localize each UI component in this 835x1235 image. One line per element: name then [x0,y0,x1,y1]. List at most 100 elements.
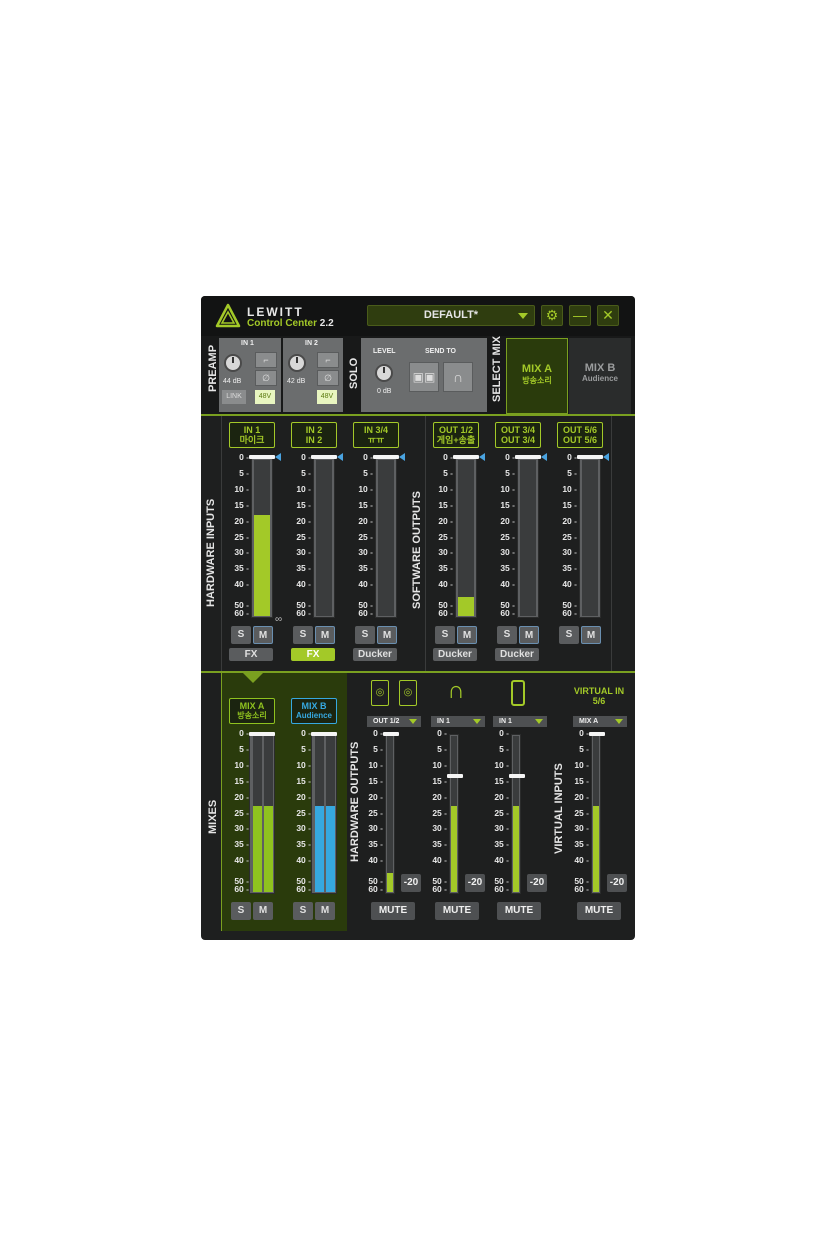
meter-scale: 05101520253035405060 [229,729,249,894]
solo-button[interactable]: S [231,626,251,644]
fader-handle[interactable] [311,732,337,736]
scale-tick-label: 0 [373,729,383,738]
channel-label[interactable]: OUT 1/2 게임+송출 [433,422,479,448]
scale-tick-label: 35 [432,840,447,849]
scale-tick-label: 60 [562,609,577,618]
output-mute-button[interactable]: MUTE [497,902,541,920]
mute-button[interactable]: M [315,902,335,920]
fader-handle[interactable] [447,774,463,778]
highpass-filter-button[interactable]: ⌐ [317,352,339,368]
preset-dropdown[interactable]: DEFAULT* [367,305,535,326]
fader-handle[interactable] [589,732,605,736]
output-source-dropdown[interactable]: IN 1 [493,716,547,727]
scale-tick-label: 40 [500,580,515,589]
mute-button[interactable]: M [519,626,539,644]
phase-invert-button[interactable]: ∅ [255,370,277,386]
selected-mix-pointer [243,673,263,683]
phantom-power-button[interactable]: 48V [255,390,275,404]
mute-button[interactable]: M [315,626,335,644]
gain-knob-in2[interactable] [288,354,306,372]
scale-tick-label: 60 [368,885,383,894]
send-to-headphones-button[interactable]: ∩ [443,362,473,392]
effect-tag-button[interactable]: Ducker [353,648,397,661]
scale-tick-label: 60 [438,609,453,618]
effect-tag-button[interactable]: FX [291,648,335,661]
output-source-dropdown[interactable]: MIX A [573,716,627,727]
scale-tick-label: 5 [567,469,577,478]
product-name: Control Center 2.2 [247,318,334,329]
channel-label-line2: IN 2 [305,435,323,445]
solo-button[interactable]: S [559,626,579,644]
phase-invert-button[interactable]: ∅ [317,370,339,386]
fader-handle[interactable] [453,455,479,459]
channel-label[interactable]: OUT 3/4 OUT 3/4 [495,422,541,448]
channel-label[interactable]: IN 2 IN 2 [291,422,337,448]
scale-tick-label: 35 [234,564,249,573]
minimize-button[interactable]: — [569,305,591,326]
channel-label[interactable]: IN 1 마이크 [229,422,275,448]
scale-tick-label: 35 [234,840,249,849]
close-button[interactable]: ✕ [597,305,619,326]
solo-level-knob[interactable] [375,364,393,382]
effect-tag-button[interactable]: Ducker [433,648,477,661]
meter-scale: 05101520253035405060 [433,453,453,618]
fader-handle[interactable] [383,732,399,736]
scale-tick-label: 40 [296,580,311,589]
link-button[interactable]: LINK [222,390,246,404]
mute-button[interactable]: M [457,626,477,644]
mute-button[interactable]: M [253,902,273,920]
level-meter [251,458,273,618]
solo-button[interactable]: S [293,626,313,644]
scale-tick-label: 35 [494,840,509,849]
scale-tick-label: 20 [234,517,249,526]
meter-track [520,460,536,616]
fader-handle[interactable] [373,455,399,459]
solo-button[interactable]: S [355,626,375,644]
level-pointer-icon [479,453,485,461]
mute-button[interactable]: M [377,626,397,644]
solo-button[interactable]: S [435,626,455,644]
output-source-dropdown[interactable]: OUT 1/2 [367,716,421,727]
solo-button[interactable]: S [293,902,313,920]
mute-button[interactable]: M [253,626,273,644]
mute-button[interactable]: M [581,626,601,644]
output-mute-button[interactable]: MUTE [435,902,479,920]
fader-handle[interactable] [515,455,541,459]
divider [611,416,612,671]
scale-tick-label: 20 [368,793,383,802]
fader-handle[interactable] [509,774,525,778]
solo-button[interactable]: S [231,902,251,920]
scale-tick-label: 30 [500,548,515,557]
mix-label[interactable]: MIX B Audience [291,698,337,724]
meter-scale: 05101520253035405060 [427,729,447,894]
fader-handle[interactable] [249,732,275,736]
output-mute-button[interactable]: MUTE [371,902,415,920]
level-pointer-icon [337,453,343,461]
preamp-label: PREAMP [207,344,219,392]
phone-icon [511,680,525,706]
scale-tick-label: 5 [301,469,311,478]
mix-b-tab[interactable]: MIX B Audience [569,338,631,414]
scale-tick-label: 15 [358,501,373,510]
channel-label[interactable]: OUT 5/6 OUT 5/6 [557,422,603,448]
phantom-power-button[interactable]: 48V [317,390,337,404]
chevron-down-icon [518,313,528,319]
output-source-dropdown[interactable]: IN 1 [431,716,485,727]
fader-handle[interactable] [577,455,603,459]
mix-label[interactable]: MIX A 방송소리 [229,698,275,724]
settings-button[interactable]: ⚙ [541,305,563,326]
effect-tag-button[interactable]: Ducker [495,648,539,661]
solo-button[interactable]: S [497,626,517,644]
mix-a-tab[interactable]: MIX A 방송소리 [506,338,568,414]
scale-tick-label: 0 [505,453,515,462]
highpass-filter-button[interactable]: ⌐ [255,352,277,368]
scale-tick-label: 15 [432,777,447,786]
meter-scale: 05101520253035405060 [495,453,515,618]
fader-handle[interactable] [311,455,337,459]
gain-knob-in1[interactable] [224,354,242,372]
channel-label[interactable]: IN 3/4 ㅠㅠ [353,422,399,448]
send-to-speakers-button[interactable]: ▣▣ [409,362,439,392]
fader-handle[interactable] [249,455,275,459]
effect-tag-button[interactable]: FX [229,648,273,661]
output-mute-button[interactable]: MUTE [577,902,621,920]
